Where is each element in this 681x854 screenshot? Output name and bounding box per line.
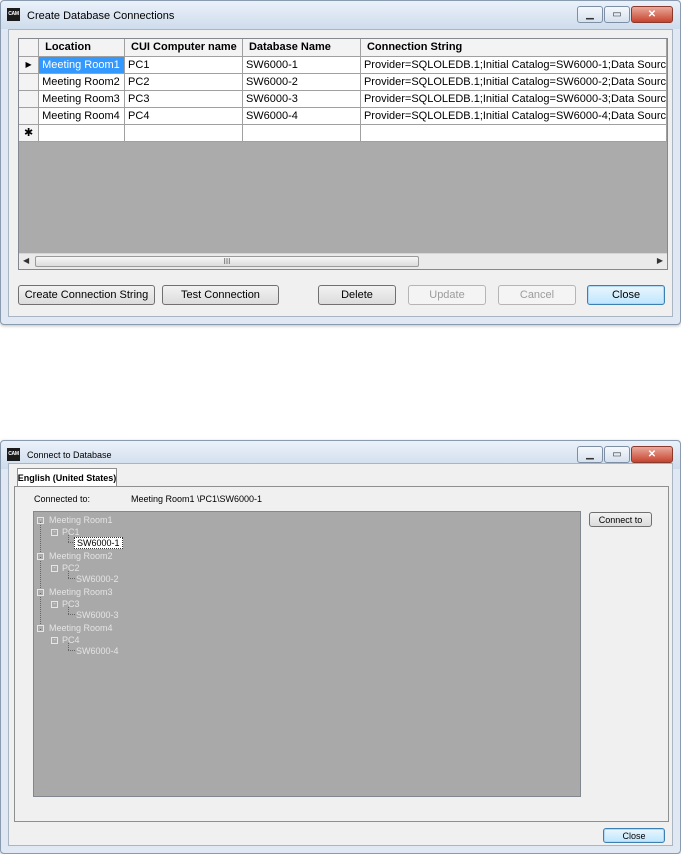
table-row[interactable]: Meeting Room2 PC2 SW6000-2 Provider=SQLO… — [19, 73, 668, 91]
minimize-button[interactable]: ▁ — [577, 446, 603, 463]
window-title: Create Database Connections — [27, 10, 175, 22]
tab-panel: Connected to: Meeting Room1 \PC1\SW6000-… — [14, 486, 669, 822]
tree-node-database[interactable]: SW6000-2 — [76, 574, 119, 584]
cell-location[interactable]: Meeting Room3 — [38, 90, 126, 108]
collapse-icon[interactable]: - — [51, 601, 58, 608]
title-bar[interactable]: CAM Create Database Connections ▁ ▭ ✕ — [1, 1, 680, 29]
table-row[interactable]: ▶ Meeting Room1 PC1 SW6000-1 Provider=SQ… — [19, 56, 668, 74]
tree-node-database[interactable]: SW6000-1 — [74, 537, 123, 549]
cell-computer[interactable]: PC4 — [124, 107, 243, 125]
tree-node-pc[interactable]: PC1 — [62, 527, 80, 537]
create-connection-string-button[interactable]: Create Connection String — [18, 285, 155, 305]
tree-node-room[interactable]: Meeting Room4 — [49, 623, 113, 633]
collapse-icon[interactable]: - — [37, 553, 44, 560]
client-area: English (United States) Connected to: Me… — [8, 463, 673, 846]
test-connection-button[interactable]: Test Connection — [162, 285, 279, 305]
close-button[interactable]: Close — [603, 828, 665, 843]
cancel-button[interactable]: Cancel — [498, 285, 576, 305]
new-cell[interactable] — [38, 124, 126, 142]
update-button[interactable]: Update — [408, 285, 486, 305]
table-row[interactable]: Meeting Room3 PC3 SW6000-3 Provider=SQLO… — [19, 90, 668, 108]
close-window-button[interactable]: ✕ — [631, 6, 673, 23]
window-title: Connect to Database — [27, 450, 112, 460]
tree-node-pc[interactable]: PC4 — [62, 635, 80, 645]
collapse-icon[interactable]: - — [51, 637, 58, 644]
tree-node-room[interactable]: Meeting Room2 — [49, 551, 113, 561]
new-cell[interactable] — [360, 124, 668, 142]
cell-computer[interactable]: PC2 — [124, 73, 243, 91]
column-header-connection-string[interactable]: Connection String — [360, 39, 668, 57]
connections-grid[interactable]: Location CUI Computer name Database Name… — [18, 38, 668, 270]
close-window-button[interactable]: ✕ — [631, 446, 673, 463]
app-icon: CAM — [7, 448, 20, 461]
close-button[interactable]: Close — [587, 285, 665, 305]
delete-button[interactable]: Delete — [318, 285, 396, 305]
scroll-thumb[interactable]: III — [35, 256, 419, 267]
collapse-icon[interactable]: - — [37, 625, 44, 632]
new-row-indicator: ✱ — [19, 124, 40, 142]
new-cell[interactable] — [124, 124, 243, 142]
new-row[interactable]: ✱ — [19, 124, 668, 142]
cell-database[interactable]: SW6000-3 — [242, 90, 361, 108]
connected-to-value: Meeting Room1 \PC1\SW6000-1 — [131, 494, 263, 504]
tab-english-us[interactable]: English (United States) — [17, 468, 117, 486]
tree-node-room[interactable]: Meeting Room3 — [49, 587, 113, 597]
tree-node-pc[interactable]: PC3 — [62, 599, 80, 609]
maximize-button[interactable]: ▭ — [604, 446, 630, 463]
connect-to-button[interactable]: Connect to — [589, 512, 652, 527]
collapse-icon[interactable]: - — [37, 589, 44, 596]
table-row[interactable]: Meeting Room4 PC4 SW6000-4 Provider=SQLO… — [19, 107, 668, 125]
tree-node-database[interactable]: SW6000-4 — [76, 646, 119, 656]
tree-node-database[interactable]: SW6000-3 — [76, 610, 119, 620]
cell-computer[interactable]: PC1 — [124, 56, 243, 74]
column-header-computer[interactable]: CUI Computer name — [124, 39, 243, 57]
row-header[interactable] — [19, 73, 40, 91]
cell-database[interactable]: SW6000-4 — [242, 107, 361, 125]
connected-to-label: Connected to: — [34, 494, 91, 504]
horizontal-scrollbar[interactable]: ◀ III ▶ — [19, 253, 667, 269]
row-header[interactable] — [19, 107, 40, 125]
cell-connection-string[interactable]: Provider=SQLOLEDB.1;Initial Catalog=SW60… — [360, 73, 668, 91]
cell-location[interactable]: Meeting Room4 — [38, 107, 126, 125]
tree-node-room[interactable]: Meeting Room1 — [49, 515, 113, 525]
row-header[interactable] — [19, 90, 40, 108]
cell-connection-string[interactable]: Provider=SQLOLEDB.1;Initial Catalog=SW60… — [360, 56, 668, 74]
collapse-icon[interactable]: - — [51, 529, 58, 536]
cell-connection-string[interactable]: Provider=SQLOLEDB.1;Initial Catalog=SW60… — [360, 90, 668, 108]
connect-to-database-window: CAM Connect to Database ▁ ▭ ✕ English (U… — [0, 440, 681, 854]
cell-connection-string[interactable]: Provider=SQLOLEDB.1;Initial Catalog=SW60… — [360, 107, 668, 125]
cell-location[interactable]: Meeting Room2 — [38, 73, 126, 91]
tree-node-pc[interactable]: PC2 — [62, 563, 80, 573]
scroll-left-icon[interactable]: ◀ — [23, 256, 29, 265]
row-header-corner — [19, 39, 40, 57]
app-icon: CAM — [7, 8, 20, 21]
cell-computer[interactable]: PC3 — [124, 90, 243, 108]
current-row-indicator: ▶ — [19, 56, 40, 74]
maximize-button[interactable]: ▭ — [604, 6, 630, 23]
cell-location[interactable]: Meeting Room1 — [38, 56, 126, 74]
scroll-right-icon[interactable]: ▶ — [657, 256, 663, 265]
database-tree[interactable]: - Meeting Room1 - PC1 SW6000-1 - Meeting… — [33, 511, 581, 797]
collapse-icon[interactable]: - — [51, 565, 58, 572]
column-header-database[interactable]: Database Name — [242, 39, 361, 57]
client-area: Location CUI Computer name Database Name… — [8, 29, 673, 317]
minimize-button[interactable]: ▁ — [577, 6, 603, 23]
cell-database[interactable]: SW6000-2 — [242, 73, 361, 91]
collapse-icon[interactable]: - — [37, 517, 44, 524]
new-cell[interactable] — [242, 124, 361, 142]
column-header-location[interactable]: Location — [38, 39, 126, 57]
create-db-connections-window: CAM Create Database Connections ▁ ▭ ✕ Lo… — [0, 0, 681, 325]
cell-database[interactable]: SW6000-1 — [242, 56, 361, 74]
